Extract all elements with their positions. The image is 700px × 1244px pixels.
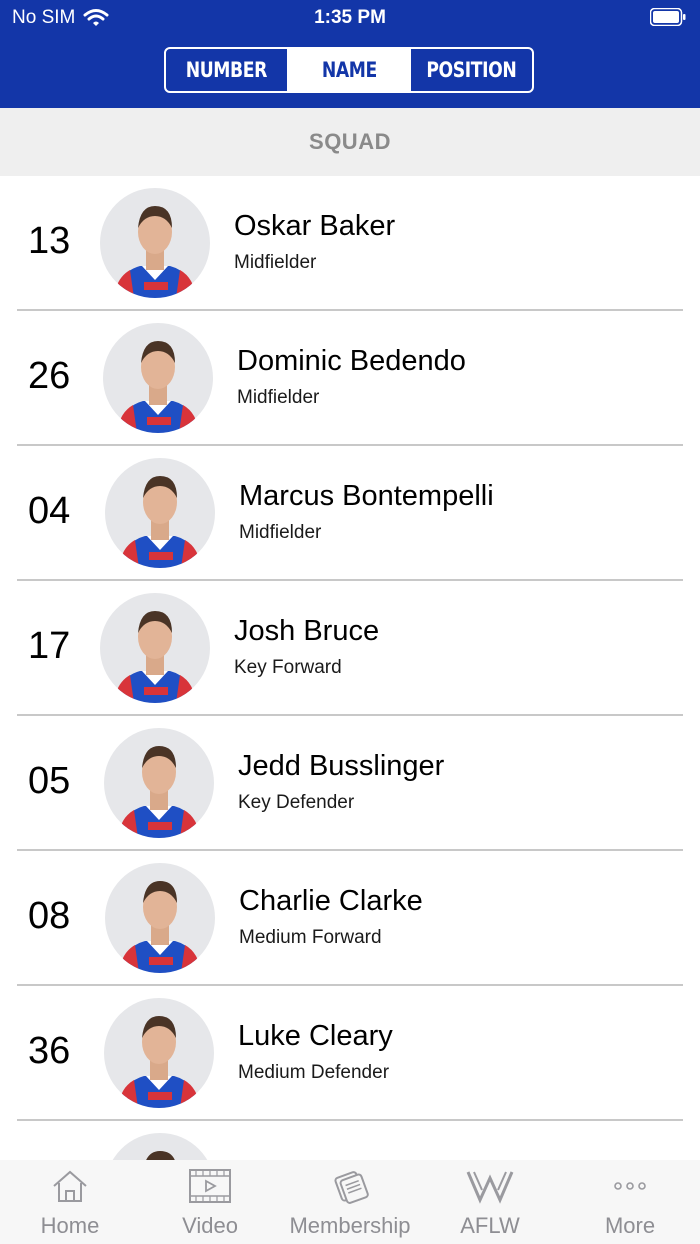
player-row[interactable]: 26 Dominic Bedendo Midfielder xyxy=(0,311,700,446)
player-row[interactable]: 13 Oskar Baker Midfielder xyxy=(0,176,700,311)
video-icon xyxy=(189,1169,231,1203)
tab-aflw[interactable]: AFLW xyxy=(420,1160,560,1244)
tab-home[interactable]: Home xyxy=(0,1160,140,1244)
player-number: 36 xyxy=(28,1030,71,1072)
player-number: 05 xyxy=(28,760,71,802)
tab-more-label: More xyxy=(604,1213,656,1238)
player-number: 13 xyxy=(28,220,71,262)
player-position: Medium Defender xyxy=(238,1062,390,1083)
tab-video[interactable]: Video xyxy=(140,1160,280,1244)
clock: 1:35 PM xyxy=(314,7,386,28)
section-title: SQUAD xyxy=(309,129,391,154)
tab-aflw-label: AFLW xyxy=(460,1213,520,1238)
sort-by-number-label: NUMBER xyxy=(185,58,268,82)
player-position: Key Defender xyxy=(238,792,355,813)
sort-by-name-label: NAME xyxy=(321,58,377,82)
more-icon xyxy=(614,1182,646,1190)
tab-more[interactable]: More xyxy=(560,1160,700,1244)
player-name: Dominic Bedendo xyxy=(237,345,466,377)
player-number: 08 xyxy=(28,895,71,937)
player-avatar xyxy=(100,593,210,703)
player-position: Midfielder xyxy=(237,387,320,408)
player-avatar xyxy=(104,998,214,1108)
tab-bar: Home Video Membership AFLW More xyxy=(0,1160,700,1244)
player-name: Charlie Clarke xyxy=(239,885,423,917)
player-name: Marcus Bontempelli xyxy=(239,480,494,512)
player-avatar xyxy=(100,188,210,298)
player-name: Oskar Baker xyxy=(234,210,396,242)
membership-icon xyxy=(334,1171,369,1204)
player-position: Midfielder xyxy=(239,522,322,543)
player-row[interactable]: 17 Josh Bruce Key Forward xyxy=(0,581,700,716)
player-avatar xyxy=(105,1133,215,1160)
top-bar: No SIM 1:35 PM NUMBER NAME POSITION xyxy=(0,0,700,108)
battery-icon xyxy=(650,8,686,26)
tab-membership-label: Membership xyxy=(289,1213,411,1238)
tab-home-label: Home xyxy=(40,1213,100,1238)
section-header: SQUAD xyxy=(0,108,700,176)
player-row[interactable]: 04 Marcus Bontempelli Midfielder xyxy=(0,446,700,581)
sort-by-name-button[interactable]: NAME xyxy=(286,49,410,91)
player-avatar xyxy=(105,863,215,973)
player-row[interactable]: 08 Charlie Clarke Medium Forward xyxy=(0,851,700,986)
player-number: 04 xyxy=(28,490,71,532)
player-row-partial[interactable] xyxy=(0,1121,700,1160)
home-icon xyxy=(53,1170,87,1202)
player-name: Luke Cleary xyxy=(238,1020,393,1052)
player-number: 26 xyxy=(28,355,71,397)
player-list[interactable]: 13 Oskar Baker Midfielder 26 Dominic Bedendo… xyxy=(0,176,700,1160)
player-name: Josh Bruce xyxy=(234,615,380,647)
player-avatar xyxy=(104,728,214,838)
player-position: Midfielder xyxy=(234,252,317,273)
sort-by-position-button[interactable]: POSITION xyxy=(409,49,532,91)
sort-by-position-label: POSITION xyxy=(426,58,517,82)
player-number: 17 xyxy=(28,625,71,667)
aflw-icon xyxy=(466,1171,514,1204)
tab-video-label: Video xyxy=(182,1213,238,1238)
player-avatar xyxy=(105,458,215,568)
player-row[interactable]: 36 Luke Cleary Medium Defender xyxy=(0,986,700,1121)
player-position: Medium Forward xyxy=(239,927,382,948)
player-position: Key Forward xyxy=(234,657,342,678)
tab-membership[interactable]: Membership xyxy=(280,1160,420,1244)
sort-segmented-control: NUMBER NAME POSITION xyxy=(164,47,534,93)
player-name: Jedd Busslinger xyxy=(238,750,445,782)
player-row[interactable]: 05 Jedd Busslinger Key Defender xyxy=(0,716,700,851)
player-avatar xyxy=(103,323,213,433)
status-bar: No SIM 1:35 PM xyxy=(0,0,700,36)
sort-by-number-button[interactable]: NUMBER xyxy=(166,49,287,91)
